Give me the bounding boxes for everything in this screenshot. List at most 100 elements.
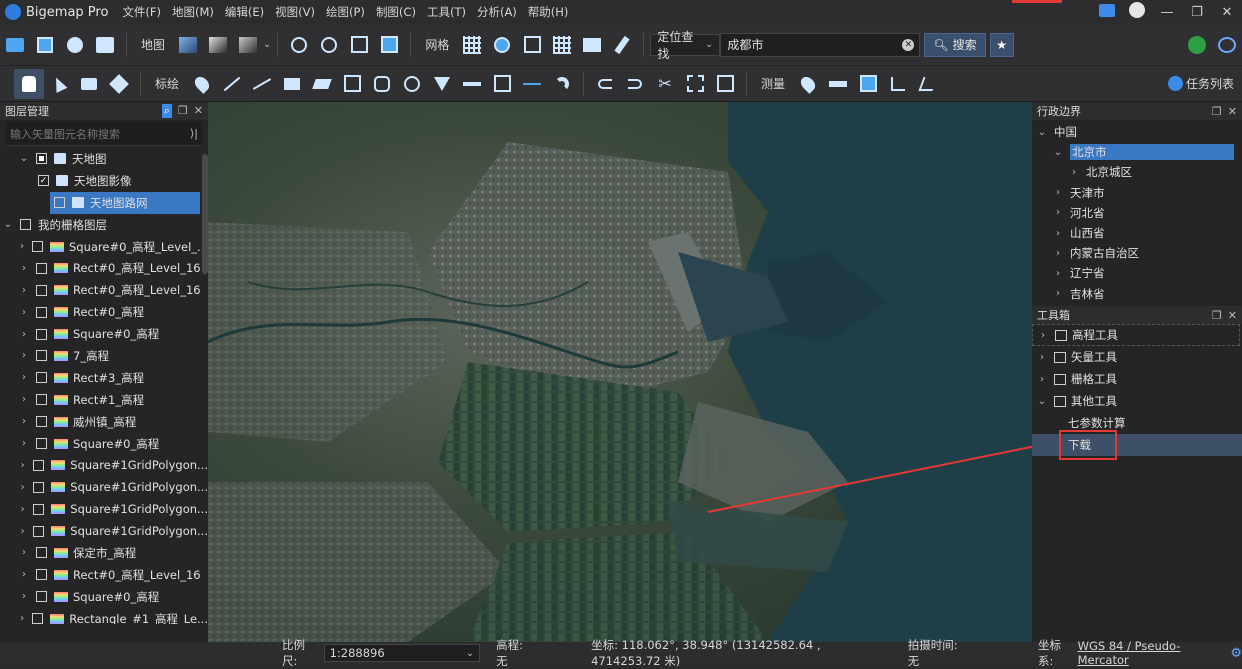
select-shape-icon[interactable] (104, 69, 134, 99)
layer-row[interactable]: › Square#1GridPolygon... (0, 520, 208, 542)
layer-checkbox[interactable] (36, 416, 47, 428)
menu-view[interactable]: 视图(V) (275, 4, 315, 20)
expand-chevron-icon[interactable]: › (18, 350, 30, 361)
layer-checkbox[interactable] (33, 525, 45, 537)
parallelogram-icon[interactable] (307, 69, 337, 99)
zoom-extent-icon[interactable] (344, 30, 374, 60)
pentagon-icon[interactable] (367, 69, 397, 99)
maximize-button[interactable]: ❐ (1182, 5, 1212, 20)
underline-icon[interactable] (457, 69, 487, 99)
measure-area-icon[interactable] (853, 69, 883, 99)
menu-cartography[interactable]: 制图(C) (376, 4, 416, 20)
grid-icon[interactable] (457, 30, 487, 60)
km-grid-icon[interactable] (517, 30, 547, 60)
scissors-icon[interactable]: ✂ (650, 69, 680, 99)
layer-checkbox[interactable] (36, 306, 47, 318)
expand-chevron-icon[interactable]: › (18, 526, 27, 537)
expand-chevron-icon[interactable]: › (1052, 228, 1064, 239)
toolbox-row[interactable]: › 栅格工具 (1032, 368, 1242, 390)
task-list-button[interactable]: 任务列表 (1167, 75, 1234, 92)
polyline-icon[interactable] (247, 69, 277, 99)
layer-row[interactable]: › 7_高程 (0, 345, 208, 367)
menu-edit[interactable]: 编辑(E) (225, 4, 264, 20)
menu-analysis[interactable]: 分析(A) (477, 4, 517, 20)
layer-row[interactable]: › Square#1GridPolygon... (0, 454, 208, 476)
toolbox-row[interactable]: › 矢量工具 (1032, 346, 1242, 368)
select-box-icon[interactable] (74, 69, 104, 99)
expand-chevron-icon[interactable]: ⌄ (1052, 147, 1064, 158)
layer-checkbox[interactable] (36, 284, 47, 296)
layer-search-input[interactable]: 输入矢量图元名称搜索 ⟩| (6, 122, 202, 146)
admin-row[interactable]: › 内蒙古自治区 (1032, 243, 1242, 263)
expand-chevron-icon[interactable]: › (1052, 248, 1064, 259)
float-panel-icon[interactable]: ❐ (1212, 105, 1222, 118)
save-icon[interactable] (30, 30, 60, 60)
map-view[interactable] (208, 102, 1032, 642)
measure-distance-icon[interactable] (823, 69, 853, 99)
circle-icon[interactable] (397, 69, 427, 99)
search-icon[interactable]: ⌕ (161, 104, 172, 118)
layer-checkbox[interactable] (36, 328, 47, 340)
layer-row[interactable]: › Square#0_高程 (0, 586, 208, 608)
admin-row[interactable]: › 天津市 (1032, 183, 1242, 203)
expand-chevron-icon[interactable]: › (18, 482, 27, 493)
sheet-grid-icon[interactable] (547, 30, 577, 60)
layer-row[interactable]: › Square#0_高程 (0, 323, 208, 345)
layer-row[interactable]: › Rect#0_高程 (0, 301, 208, 323)
layer-row[interactable]: › 保定市_高程 (0, 542, 208, 564)
expand-chevron-icon[interactable]: › (18, 591, 30, 602)
paste-icon[interactable] (710, 69, 740, 99)
map-source-2-icon[interactable] (203, 30, 233, 60)
layer-row[interactable]: › Rect#0_高程_Level_16 (0, 279, 208, 301)
menu-draw[interactable]: 绘图(P) (326, 4, 365, 20)
zoom-out-icon[interactable] (314, 30, 344, 60)
layer-checkbox[interactable] (36, 262, 47, 274)
measure-angle-icon[interactable] (883, 69, 913, 99)
open-folder-icon[interactable] (0, 30, 30, 60)
layer-checkbox[interactable] (36, 153, 47, 165)
wechat-icon[interactable] (1182, 30, 1212, 60)
measure-azimuth-icon[interactable] (913, 69, 943, 99)
text-box-icon[interactable] (487, 69, 517, 99)
square-icon[interactable] (337, 69, 367, 99)
menu-tools[interactable]: 工具(T) (427, 4, 466, 20)
expand-chevron-icon[interactable]: › (18, 613, 26, 624)
expand-chevron-icon[interactable]: › (18, 329, 30, 340)
settings-icon[interactable] (60, 30, 90, 60)
layer-row[interactable]: › Rect#1_高程 (0, 389, 208, 411)
line-icon[interactable] (217, 69, 247, 99)
expand-chevron-icon[interactable]: › (18, 241, 26, 252)
layer-row[interactable]: › Square#0_高程_Level_... (0, 236, 208, 258)
close-panel-icon[interactable]: ✕ (1228, 105, 1237, 118)
layer-row[interactable]: › Square#1GridPolygon... (0, 476, 208, 498)
expand-chevron-icon[interactable]: › (18, 372, 30, 383)
crs-link[interactable]: WGS 84 / Pseudo-Mercator (1078, 639, 1221, 667)
expand-chevron-icon[interactable]: ⌄ (18, 153, 30, 164)
layer-row[interactable]: › Rect#0_高程_Level_16 (0, 257, 208, 279)
layer-row[interactable]: › Square#1GridPolygon... (0, 498, 208, 520)
expand-chevron-icon[interactable]: › (18, 569, 30, 580)
layer-checkbox[interactable] (36, 591, 47, 603)
menu-file[interactable]: 文件(F) (122, 4, 161, 20)
expand-chevron-icon[interactable]: › (1036, 352, 1048, 363)
redo-icon[interactable] (620, 69, 650, 99)
expand-chevron-icon[interactable]: › (18, 394, 30, 405)
admin-row[interactable]: ⌄ 北京市 (1032, 142, 1242, 162)
curve-icon[interactable] (547, 69, 577, 99)
download-tool-item[interactable]: 下载 (1032, 430, 1242, 460)
clear-icon[interactable]: ✕ (902, 38, 915, 51)
layer-checkbox[interactable] (36, 569, 47, 581)
locate-select[interactable]: 定位查找 ⌄ (650, 30, 721, 61)
layer-checkbox[interactable] (36, 547, 47, 559)
rectangle-icon[interactable] (277, 69, 307, 99)
admin-row[interactable]: ⌄ 中国 (1032, 122, 1242, 142)
toolbox-row[interactable]: ⌄ 其他工具 (1032, 390, 1242, 412)
favorite-star-icon[interactable]: ★ (989, 32, 1014, 57)
layer-row[interactable]: ⌄ 我的栅格图层 (0, 214, 208, 236)
layer-row[interactable]: › Rectangle_#1_高程_Le... (0, 608, 208, 624)
float-panel-icon[interactable]: ❐ (178, 104, 188, 118)
admin-row[interactable]: › 山西省 (1032, 223, 1242, 243)
pointer-icon[interactable] (44, 69, 74, 99)
layer-row[interactable]: 天地图路网 (50, 191, 200, 214)
layer-checkbox[interactable] (31, 241, 43, 252)
